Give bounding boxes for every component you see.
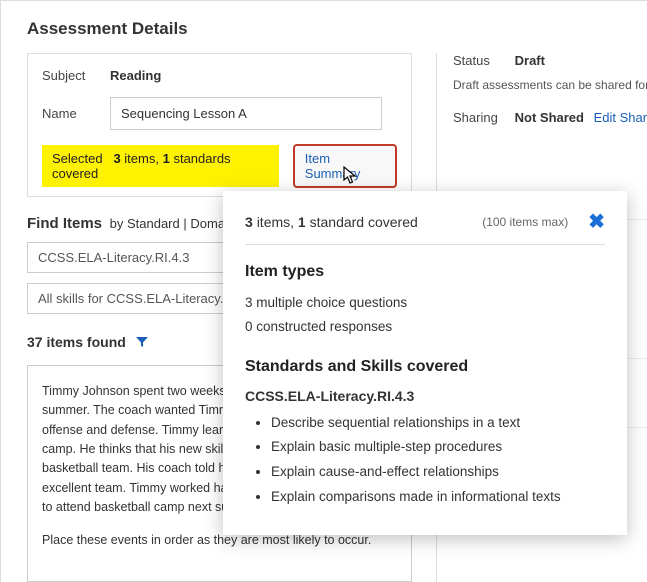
item-types-mc: 3 multiple choice questions bbox=[245, 293, 605, 313]
selected-label: Selected bbox=[52, 151, 103, 166]
assessment-details-screen: Assessment Details Subject Reading Name … bbox=[0, 0, 647, 582]
selected-items-word: items, bbox=[124, 151, 159, 166]
sharing-value: Not Shared bbox=[515, 110, 584, 125]
status-subtext: Draft assessments can be shared for othe… bbox=[453, 78, 647, 92]
standard-code: CCSS.ELA-Literacy.RI.4.3 bbox=[245, 388, 605, 404]
name-label: Name bbox=[42, 106, 110, 121]
name-input[interactable] bbox=[110, 97, 382, 130]
status-row: Status Draft bbox=[453, 53, 647, 68]
list-item: Explain cause-and-effect relationships bbox=[271, 463, 605, 482]
name-row: Name bbox=[42, 97, 397, 130]
item-summary-popover: 3 items, 1 standard covered (100 items m… bbox=[223, 191, 627, 535]
subject-value: Reading bbox=[110, 68, 161, 83]
edit-sharing-link[interactable]: Edit Sharing bbox=[594, 110, 647, 125]
selected-row: Selected 3 items, 1 standards covered It… bbox=[42, 144, 397, 188]
selected-badge: Selected 3 items, 1 standards covered bbox=[42, 145, 279, 187]
page-title: Assessment Details bbox=[1, 1, 647, 53]
selected-items-count: 3 bbox=[113, 151, 120, 166]
popover-header: 3 items, 1 standard covered (100 items m… bbox=[245, 209, 605, 234]
standard-select-value: CCSS.ELA-Literacy.RI.4.3 bbox=[38, 250, 189, 265]
subject-label: Subject bbox=[42, 68, 110, 83]
sharing-row: Sharing Not Shared Edit Sharing bbox=[453, 110, 647, 125]
list-item: Describe sequential relationships in a t… bbox=[271, 414, 605, 433]
item-summary-button[interactable]: Item Summary bbox=[293, 144, 397, 188]
find-items-title: Find Items bbox=[27, 215, 102, 232]
status-value: Draft bbox=[515, 53, 545, 68]
popover-summary: 3 items, 1 standard covered bbox=[245, 214, 418, 230]
items-found-count: 37 items found bbox=[27, 334, 126, 350]
item-types-heading: Item types bbox=[245, 263, 605, 281]
status-label: Status bbox=[453, 53, 511, 68]
selected-standards-count: 1 bbox=[163, 151, 170, 166]
list-item: Explain basic multiple-step procedures bbox=[271, 438, 605, 457]
details-panel: Subject Reading Name Selected 3 items, 1… bbox=[27, 53, 412, 197]
item-types-cr: 0 constructed responses bbox=[245, 317, 605, 337]
skills-list: Describe sequential relationships in a t… bbox=[271, 414, 605, 508]
subject-row: Subject Reading bbox=[42, 68, 397, 83]
sharing-label: Sharing bbox=[453, 110, 511, 125]
popover-max: (100 items max) bbox=[482, 215, 568, 229]
divider bbox=[245, 244, 605, 245]
find-items-by: by Standard bbox=[110, 216, 180, 231]
close-icon[interactable]: ✖ bbox=[588, 209, 605, 234]
list-item: Explain comparisons made in informationa… bbox=[271, 488, 605, 507]
cursor-icon bbox=[343, 166, 359, 191]
standards-heading: Standards and Skills covered bbox=[245, 358, 605, 376]
filter-icon[interactable] bbox=[136, 336, 148, 351]
